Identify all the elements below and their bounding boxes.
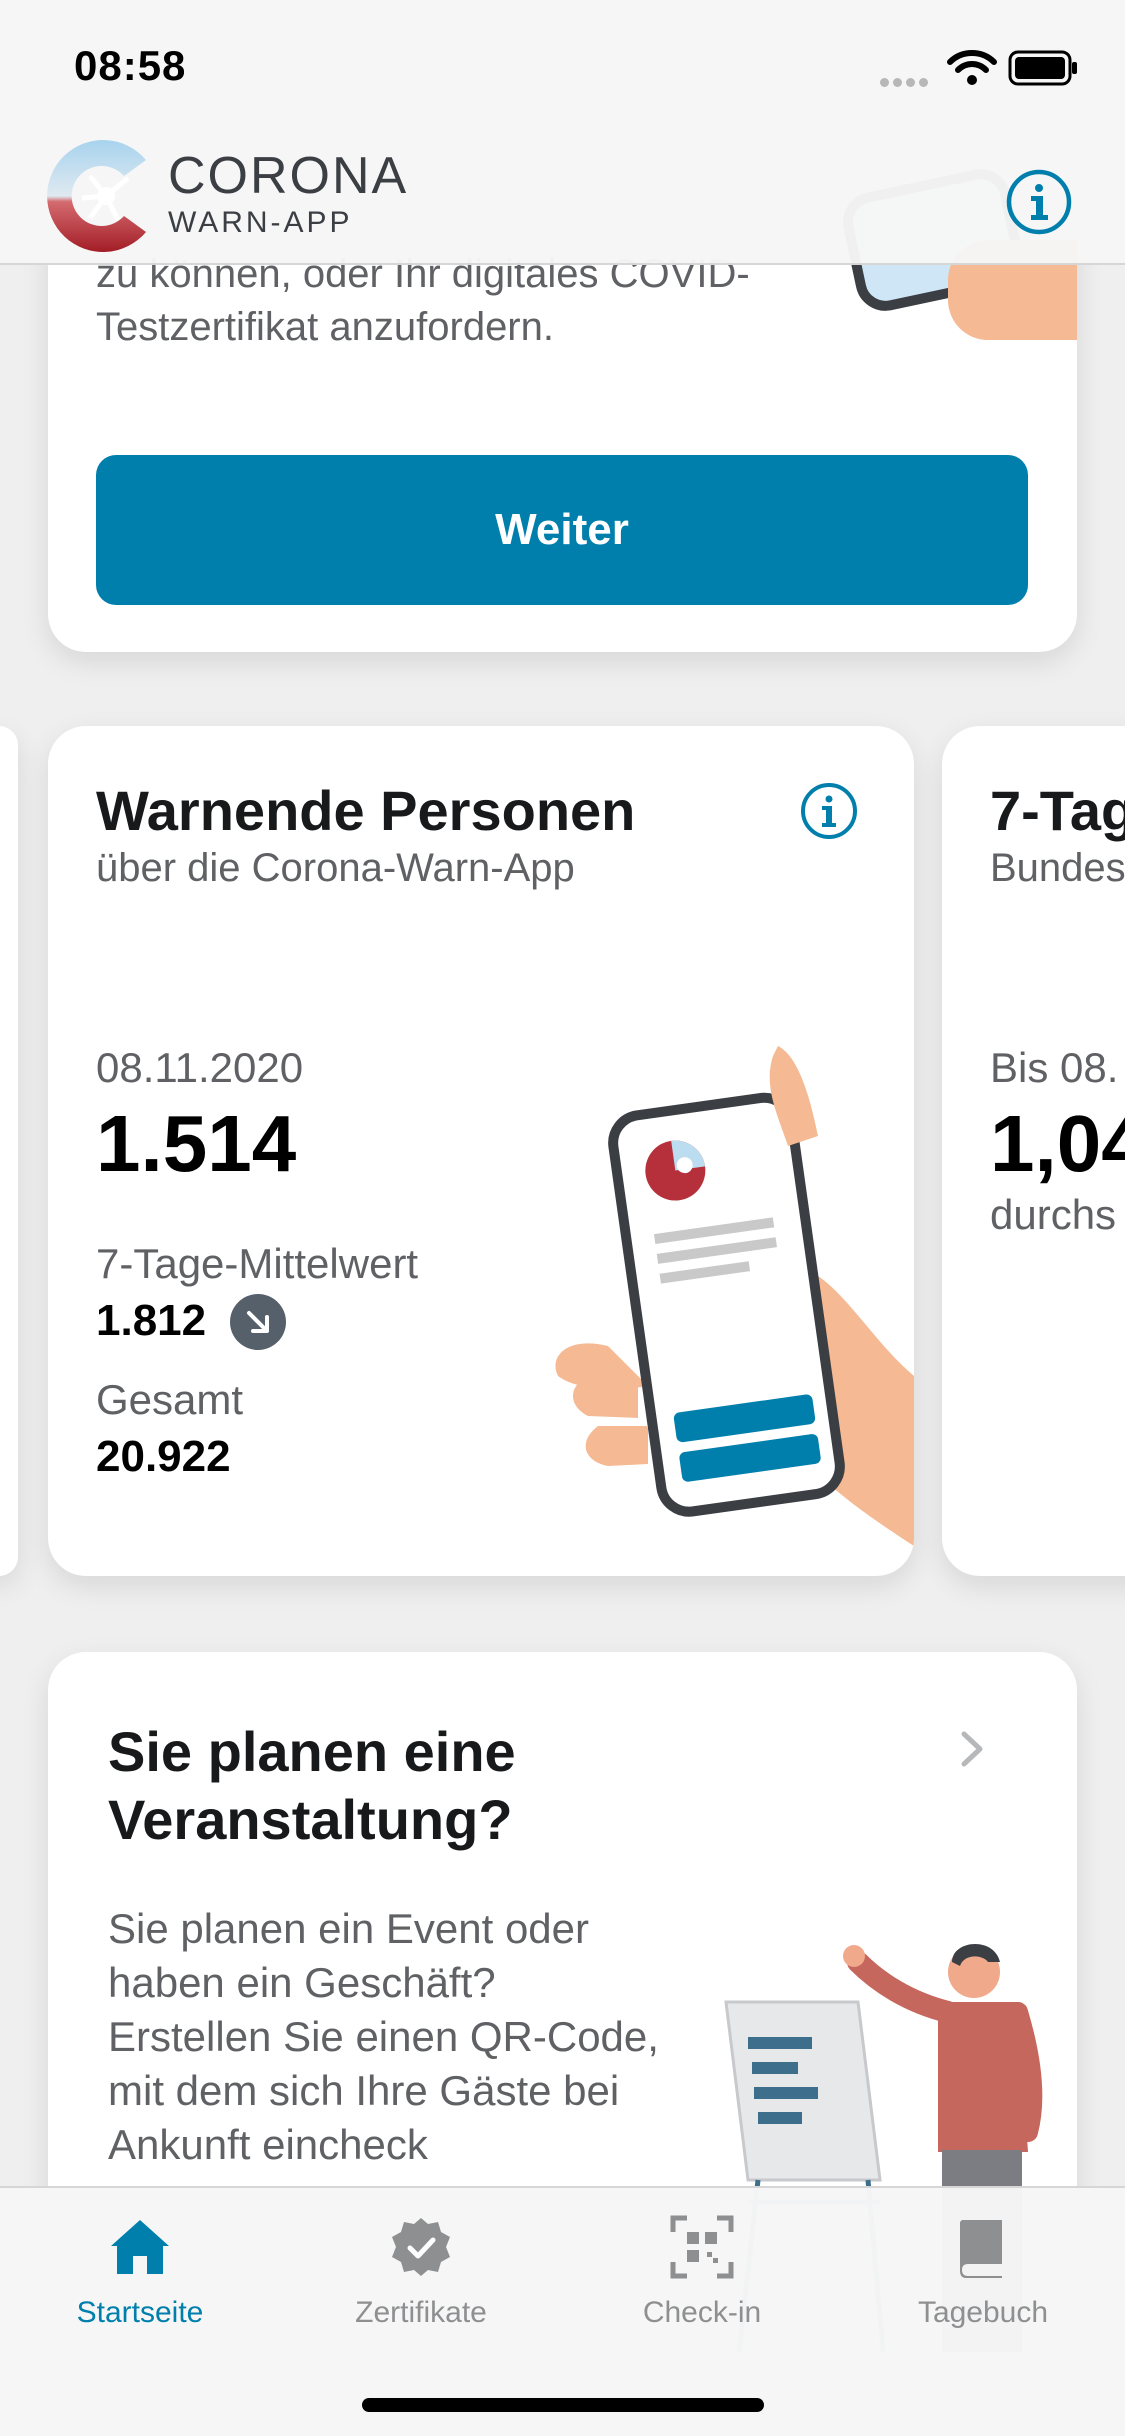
- stat-value: 1.514: [96, 1099, 297, 1188]
- info-icon[interactable]: [800, 782, 858, 840]
- home-icon: [111, 2220, 169, 2274]
- previous-stat-card-peek[interactable]: [0, 726, 18, 1576]
- total-label: Gesamt: [96, 1376, 244, 1423]
- stat-subtitle: über die Corona-Warn-App: [96, 846, 575, 890]
- tab-label: Zertifikate: [355, 2296, 487, 2329]
- next-stat-description: durchs Ansted infizier: [990, 1191, 1125, 1238]
- next-stat-subtitle: Bundes: [990, 846, 1125, 890]
- weiter-button[interactable]: Weiter: [96, 455, 1028, 605]
- app-header: 08:58 CORONA WARN-APP: [0, 0, 1125, 265]
- chevron-right-icon: [961, 1731, 983, 1767]
- next-stat-value: 1,04: [990, 1099, 1125, 1188]
- total-value: 20.922: [96, 1432, 231, 1481]
- logo-text-corona: CORONA: [168, 147, 409, 205]
- tab-label: Check-in: [642, 2296, 762, 2329]
- seven-day-average-label: 7-Tage-Mittelwert: [96, 1240, 419, 1287]
- logo-text-warn-app: WARN-APP: [168, 206, 353, 239]
- book-icon: [960, 2220, 1002, 2278]
- cellular-signal-icon: [880, 74, 932, 92]
- tab-tagebuch[interactable]: Tagebuch: [843, 2212, 1123, 2352]
- event-card-title: Sie planen eine Veranstaltung?: [108, 1720, 516, 1851]
- trend-down-icon: [230, 1294, 286, 1350]
- stat-date: 08.11.2020: [96, 1044, 304, 1091]
- tab-check-in[interactable]: Check-in: [562, 2212, 842, 2352]
- certificate-icon: [392, 2218, 450, 2276]
- wifi-icon: [947, 50, 997, 85]
- tab-label: Tagebuch: [917, 2296, 1049, 2329]
- home-scroll-content[interactable]: zu können, oder Ihr digitales COVID-Test…: [0, 0, 1125, 2436]
- home-indicator[interactable]: [362, 2398, 764, 2412]
- status-time: 08:58: [74, 42, 187, 89]
- battery-icon: [1008, 50, 1077, 86]
- incidence-card-peek[interactable]: 7-Tag Bundes Bis 08. 1,04 durchs Ansted …: [942, 726, 1125, 1576]
- tab-label: Startseite: [76, 2296, 204, 2329]
- event-card-body: Sie planen ein Event oder haben ein Gesc…: [108, 1905, 659, 2168]
- stat-title: Warnende Personen: [96, 779, 636, 842]
- tab-startseite[interactable]: Startseite: [0, 2212, 280, 2352]
- warning-persons-card[interactable]: Warnende Personen über die Corona-Warn-A…: [48, 726, 914, 1576]
- seven-day-average-value: 1.812: [96, 1296, 207, 1345]
- phone-in-hand-illustration: [555, 1046, 914, 1546]
- next-stat-title: 7-Tag: [990, 779, 1125, 842]
- app-info-icon[interactable]: [1005, 168, 1073, 236]
- tab-zertifikate[interactable]: Zertifikate: [281, 2212, 561, 2352]
- qr-scan-icon: [670, 2215, 734, 2279]
- corona-warn-app-logo-icon: [47, 140, 147, 252]
- screen: zu können, oder Ihr digitales COVID-Test…: [0, 0, 1125, 2436]
- next-stat-date: Bis 08.: [990, 1044, 1119, 1091]
